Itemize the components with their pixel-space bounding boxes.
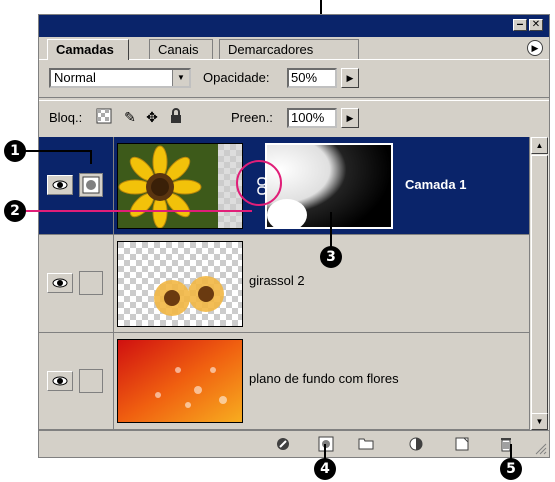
callout-2-line bbox=[26, 210, 252, 212]
layer-name-camada-1[interactable]: Camada 1 bbox=[405, 177, 466, 192]
opacity-field[interactable]: 50% bbox=[287, 68, 337, 88]
layers-list: Camada 1 girassol 2 plano de fundo com f… bbox=[39, 137, 529, 430]
lock-move-icon[interactable]: ✥ bbox=[143, 108, 161, 126]
close-button[interactable]: ✕ bbox=[529, 19, 543, 31]
layer-style-icon[interactable] bbox=[275, 436, 293, 452]
blend-row: Normal ▼ Opacidade: 50% ▶ bbox=[39, 63, 549, 93]
tab-bar: Camadas Canais Demarcadores ▶ bbox=[39, 37, 549, 60]
layer-row-girassol-2[interactable]: girassol 2 bbox=[39, 235, 529, 333]
tab-canais[interactable]: Canais bbox=[149, 39, 214, 59]
layer-thumbnail-sunflower[interactable] bbox=[117, 143, 243, 229]
callout-3: 3 bbox=[320, 246, 342, 268]
scroll-up-button[interactable]: ▲ bbox=[531, 137, 548, 154]
scroll-down-button[interactable]: ▼ bbox=[531, 413, 548, 430]
fill-label: Preen.: bbox=[231, 110, 273, 125]
callout-5: 5 bbox=[500, 458, 522, 480]
layer-row-camada-1[interactable]: Camada 1 bbox=[39, 137, 529, 235]
adjustment-layer-icon[interactable] bbox=[407, 436, 425, 452]
layer-row-plano-de-fundo[interactable]: plano de fundo com flores bbox=[39, 333, 529, 430]
divider bbox=[113, 235, 114, 332]
callout-1: 1 bbox=[4, 140, 26, 162]
visibility-eye-icon[interactable] bbox=[47, 175, 73, 195]
visibility-eye-icon[interactable] bbox=[47, 371, 73, 391]
layer-name-plano-de-fundo[interactable]: plano de fundo com flores bbox=[249, 371, 399, 386]
add-layer-mask-icon[interactable] bbox=[317, 436, 335, 452]
opacity-label: Opacidade: bbox=[203, 70, 270, 85]
callout-1-line bbox=[90, 150, 92, 164]
lock-brush-icon[interactable]: ✎ bbox=[121, 108, 139, 126]
callout-4: 4 bbox=[314, 458, 336, 480]
fill-field[interactable]: 100% bbox=[287, 108, 337, 128]
chevron-down-icon[interactable]: ▼ bbox=[172, 70, 189, 86]
lock-all-icon[interactable] bbox=[167, 108, 185, 126]
panel-titlebar: ‒ ✕ bbox=[39, 15, 549, 37]
minimize-button[interactable]: ‒ bbox=[513, 19, 527, 31]
lock-label: Bloq.: bbox=[49, 110, 83, 125]
new-layer-set-icon[interactable] bbox=[357, 436, 375, 452]
callout-1-line bbox=[24, 150, 92, 152]
layer-thumbnail-flores[interactable] bbox=[117, 339, 243, 423]
visibility-eye-icon[interactable] bbox=[47, 273, 73, 293]
mask-link-highlight-circle bbox=[236, 160, 282, 206]
layer-mask-indicator-icon[interactable] bbox=[79, 173, 103, 197]
layers-panel: ‒ ✕ Camadas Canais Demarcadores ▶ Normal… bbox=[38, 14, 550, 458]
layer-link-box[interactable] bbox=[79, 369, 103, 393]
callout-2: 2 bbox=[4, 200, 26, 222]
scroll-thumb[interactable] bbox=[531, 155, 548, 415]
layer-mask-thumbnail[interactable] bbox=[265, 143, 393, 229]
fill-arrow-button[interactable]: ▶ bbox=[341, 108, 359, 128]
panel-menu-button[interactable]: ▶ bbox=[527, 40, 543, 56]
tab-demarcadores[interactable]: Demarcadores bbox=[219, 39, 359, 59]
trash-icon[interactable] bbox=[497, 436, 515, 452]
opacity-arrow-button[interactable]: ▶ bbox=[341, 68, 359, 88]
separator bbox=[39, 97, 549, 101]
lock-transparency-icon[interactable] bbox=[95, 108, 113, 126]
resize-grip-icon[interactable] bbox=[533, 441, 547, 455]
new-layer-icon[interactable] bbox=[453, 436, 471, 452]
layer-link-box[interactable] bbox=[79, 271, 103, 295]
callout-4-line bbox=[324, 444, 326, 460]
layer-thumbnail-girassol[interactable] bbox=[117, 241, 243, 327]
panel-bottom-bar bbox=[39, 430, 549, 457]
blend-mode-value: Normal bbox=[54, 70, 96, 85]
layers-scrollbar[interactable]: ▲ ▼ bbox=[529, 137, 549, 430]
divider bbox=[113, 137, 114, 234]
callout-3-line bbox=[330, 212, 332, 248]
divider bbox=[113, 333, 114, 429]
blend-mode-select[interactable]: Normal ▼ bbox=[49, 68, 191, 88]
tab-camadas[interactable]: Camadas bbox=[47, 39, 129, 60]
callout-5-line bbox=[510, 444, 512, 460]
layer-name-girassol-2[interactable]: girassol 2 bbox=[249, 273, 305, 288]
